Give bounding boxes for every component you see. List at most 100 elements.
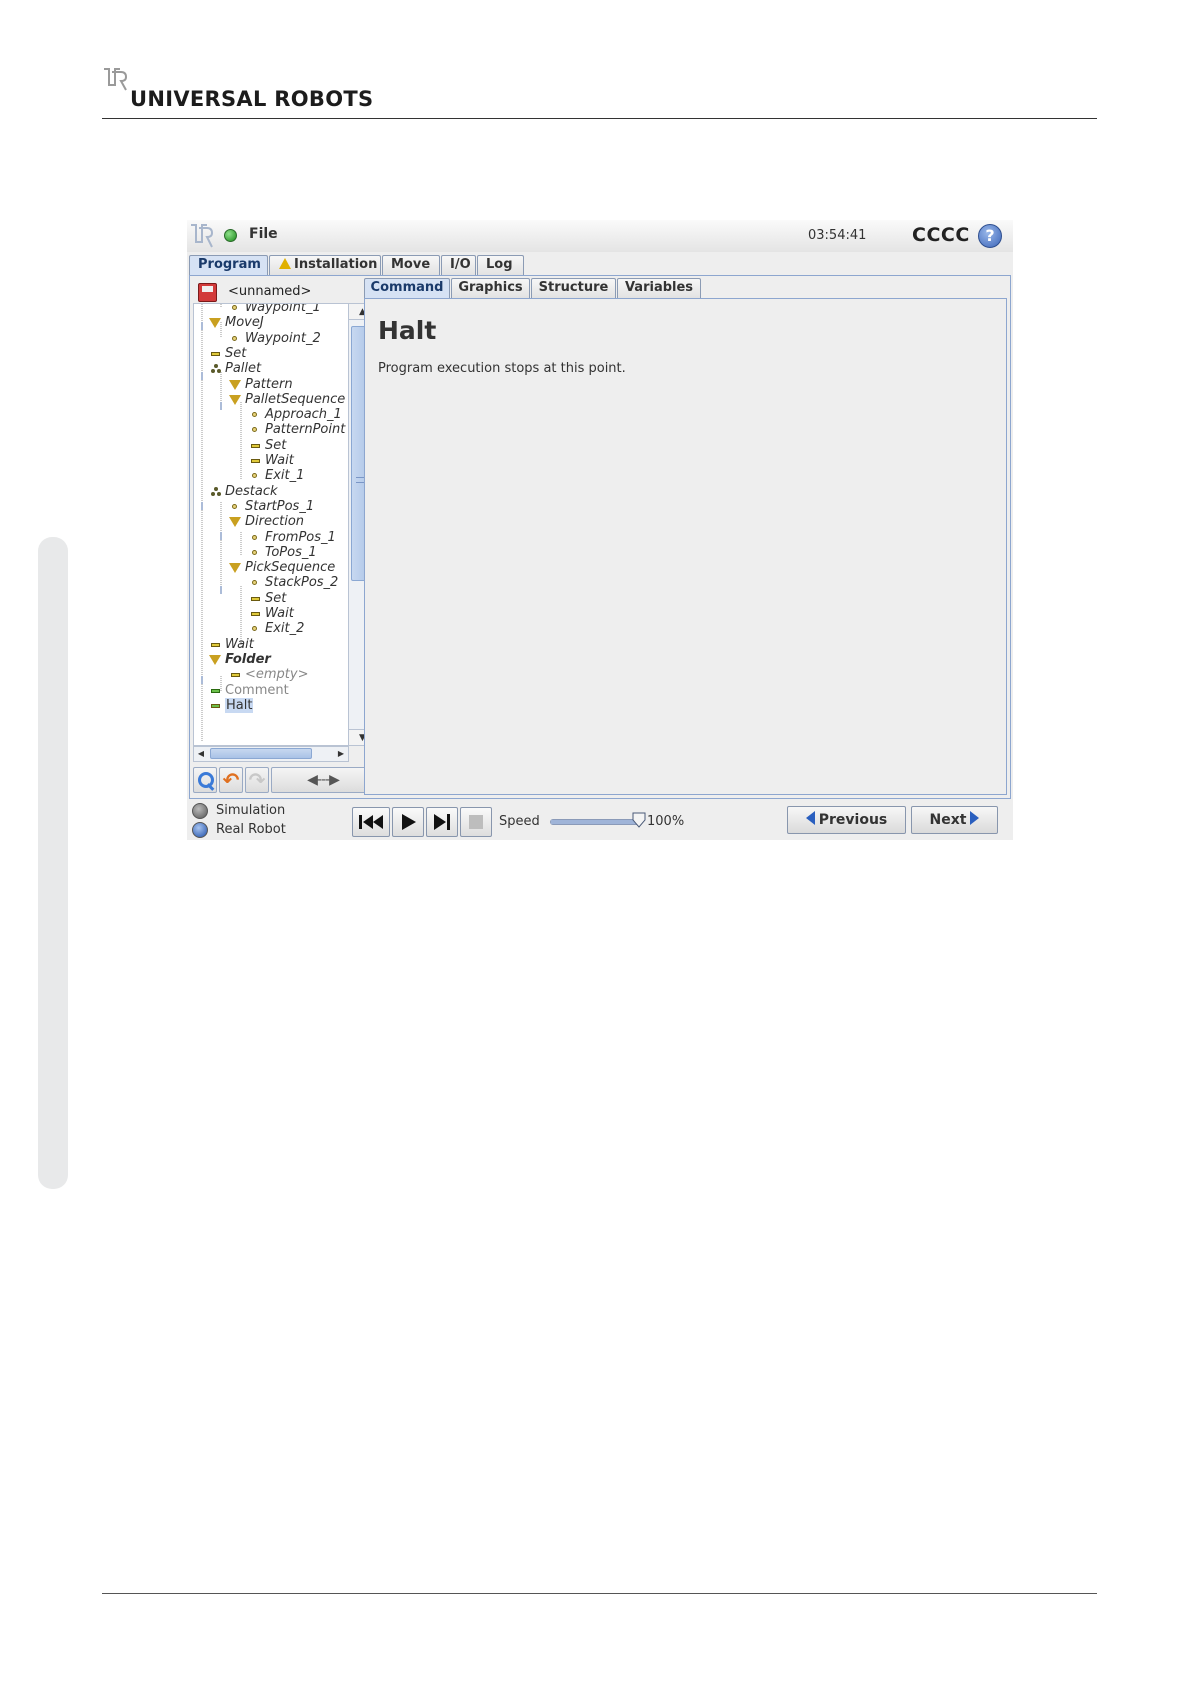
next-label: Next: [929, 812, 967, 828]
footer-rule: [102, 1593, 1097, 1594]
speed-slider-handle-icon[interactable]: [632, 812, 646, 828]
titlebar: File 03:54:41 CCCC ?: [187, 220, 1013, 252]
waypoint-icon: [252, 534, 257, 540]
tab-command[interactable]: Command: [364, 278, 450, 298]
tab-label: Program: [198, 257, 261, 272]
tree-node[interactable]: Wait: [194, 453, 348, 469]
speed-slider[interactable]: [550, 819, 640, 825]
simulation-radio[interactable]: [192, 803, 208, 819]
program-tree[interactable]: Waypoint_1 MoveJ Waypoint_2 Set Pallet Patter…: [193, 303, 349, 746]
stop-icon: [469, 815, 483, 829]
scroll-thumb[interactable]: [210, 748, 312, 759]
tree-node[interactable]: Comment: [194, 683, 348, 699]
previous-button[interactable]: Previous: [787, 806, 906, 834]
command-title: Halt: [378, 316, 437, 345]
tree-node[interactable]: Set: [194, 437, 348, 454]
tree-node[interactable]: StartPos_1: [194, 499, 348, 515]
tab-io[interactable]: I/O: [441, 255, 476, 275]
tree-node-label: Approach_1: [265, 407, 342, 423]
set-icon: [211, 351, 220, 356]
tree-node-label: Wait: [225, 636, 254, 652]
tree-node[interactable]: PatternPoint: [194, 422, 348, 438]
waypoint-icon: [232, 305, 237, 310]
save-icon[interactable]: [198, 283, 217, 302]
tree-node[interactable]: Approach_1: [194, 407, 348, 423]
tab-log[interactable]: Log: [477, 255, 524, 275]
tree-node[interactable]: Pattern: [194, 376, 348, 393]
redo-button[interactable]: ↷: [245, 767, 269, 793]
tab-label: I/O: [450, 257, 471, 272]
tree-node[interactable]: Pallet: [194, 361, 348, 377]
skip-to-start-icon: [359, 815, 383, 829]
tree-node-label: PatternPoint: [265, 422, 346, 438]
tree-node[interactable]: FromPos_1: [194, 530, 348, 546]
tree-node[interactable]: Waypoint_2: [194, 331, 348, 347]
tree-node[interactable]: Waypoint_1: [194, 304, 348, 316]
undo-button[interactable]: ↶: [219, 767, 243, 793]
waypoint-icon: [252, 580, 257, 586]
search-button[interactable]: [193, 767, 217, 793]
play-icon: [402, 814, 416, 830]
tree-node[interactable]: StackPos_2: [194, 575, 348, 591]
tree-node[interactable]: <empty>: [194, 667, 348, 683]
tree-node[interactable]: Set: [194, 590, 348, 607]
tree-node-label: Set: [265, 437, 287, 453]
real-robot-radio[interactable]: [192, 822, 208, 838]
tab-structure[interactable]: Structure: [531, 278, 616, 298]
speed-label: Speed: [499, 814, 540, 829]
comment-icon: [211, 688, 220, 693]
command-panel: Halt Program execution stops at this poi…: [364, 298, 1007, 795]
robot-name: CCCC: [912, 224, 970, 246]
tab-graphics[interactable]: Graphics: [451, 278, 530, 298]
direction-icon: [229, 517, 241, 528]
real-robot-label: Real Robot: [216, 822, 286, 837]
tree-node[interactable]: Wait: [194, 636, 348, 653]
play-button[interactable]: [392, 807, 424, 837]
tree-node[interactable]: PickSequence: [194, 560, 348, 576]
stop-button[interactable]: [460, 807, 492, 837]
tab-program[interactable]: Program: [189, 255, 268, 275]
tree-node-label: Direction: [245, 514, 305, 530]
tab-label: Log: [486, 257, 513, 272]
step-forward-icon: [434, 814, 450, 830]
tree-node[interactable]: Exit_1: [194, 468, 348, 484]
help-icon[interactable]: ?: [978, 224, 1002, 248]
tree-node[interactable]: Set: [194, 346, 348, 362]
folder-icon: [209, 654, 221, 665]
tree-node-label: MoveJ: [225, 315, 264, 331]
pallet-icon: [211, 364, 221, 374]
tree-node[interactable]: Exit_2: [194, 621, 348, 637]
tree-node-label: Set: [265, 590, 287, 606]
step-button[interactable]: [426, 807, 458, 837]
program-header: <unnamed>: [195, 280, 365, 302]
tree-node-label: Wait: [265, 453, 294, 468]
tab-variables[interactable]: Variables: [617, 278, 701, 298]
tree-node[interactable]: Destack: [194, 483, 348, 500]
tree-node[interactable]: PalletSequence: [194, 392, 348, 408]
tree-node[interactable]: MoveJ: [194, 315, 348, 331]
scroll-right-icon[interactable]: ▶: [334, 747, 348, 761]
tree-node[interactable]: Folder: [194, 651, 348, 668]
header-rule: [102, 118, 1097, 119]
tree-horizontal-scrollbar[interactable]: ◀ ▶: [193, 746, 349, 762]
rewind-button[interactable]: [352, 807, 390, 837]
move-node-button[interactable]: ◀---▶: [271, 767, 375, 793]
tree-node[interactable]: Halt: [194, 697, 348, 714]
wait-icon: [251, 612, 260, 616]
tree-node-label: Pattern: [245, 376, 293, 392]
tab-installation[interactable]: Installation: [269, 255, 381, 275]
tree-node-label: Destack: [225, 483, 278, 499]
file-menu[interactable]: File: [249, 226, 278, 242]
tree-node-label: Pallet: [225, 361, 262, 377]
tree-node[interactable]: Direction: [194, 514, 348, 530]
next-button[interactable]: Next: [911, 806, 998, 834]
arrow-left-icon: [805, 811, 815, 825]
tree-node[interactable]: Wait: [194, 606, 348, 622]
waypoint-icon: [252, 626, 257, 632]
tab-label: Installation: [294, 257, 378, 272]
tree-node-label: Folder: [225, 651, 271, 667]
tree-node[interactable]: ToPos_1: [194, 545, 348, 561]
brand-name: UNIVERSAL ROBOTS: [130, 87, 374, 111]
scroll-left-icon[interactable]: ◀: [194, 747, 208, 761]
tab-move[interactable]: Move: [382, 255, 440, 275]
